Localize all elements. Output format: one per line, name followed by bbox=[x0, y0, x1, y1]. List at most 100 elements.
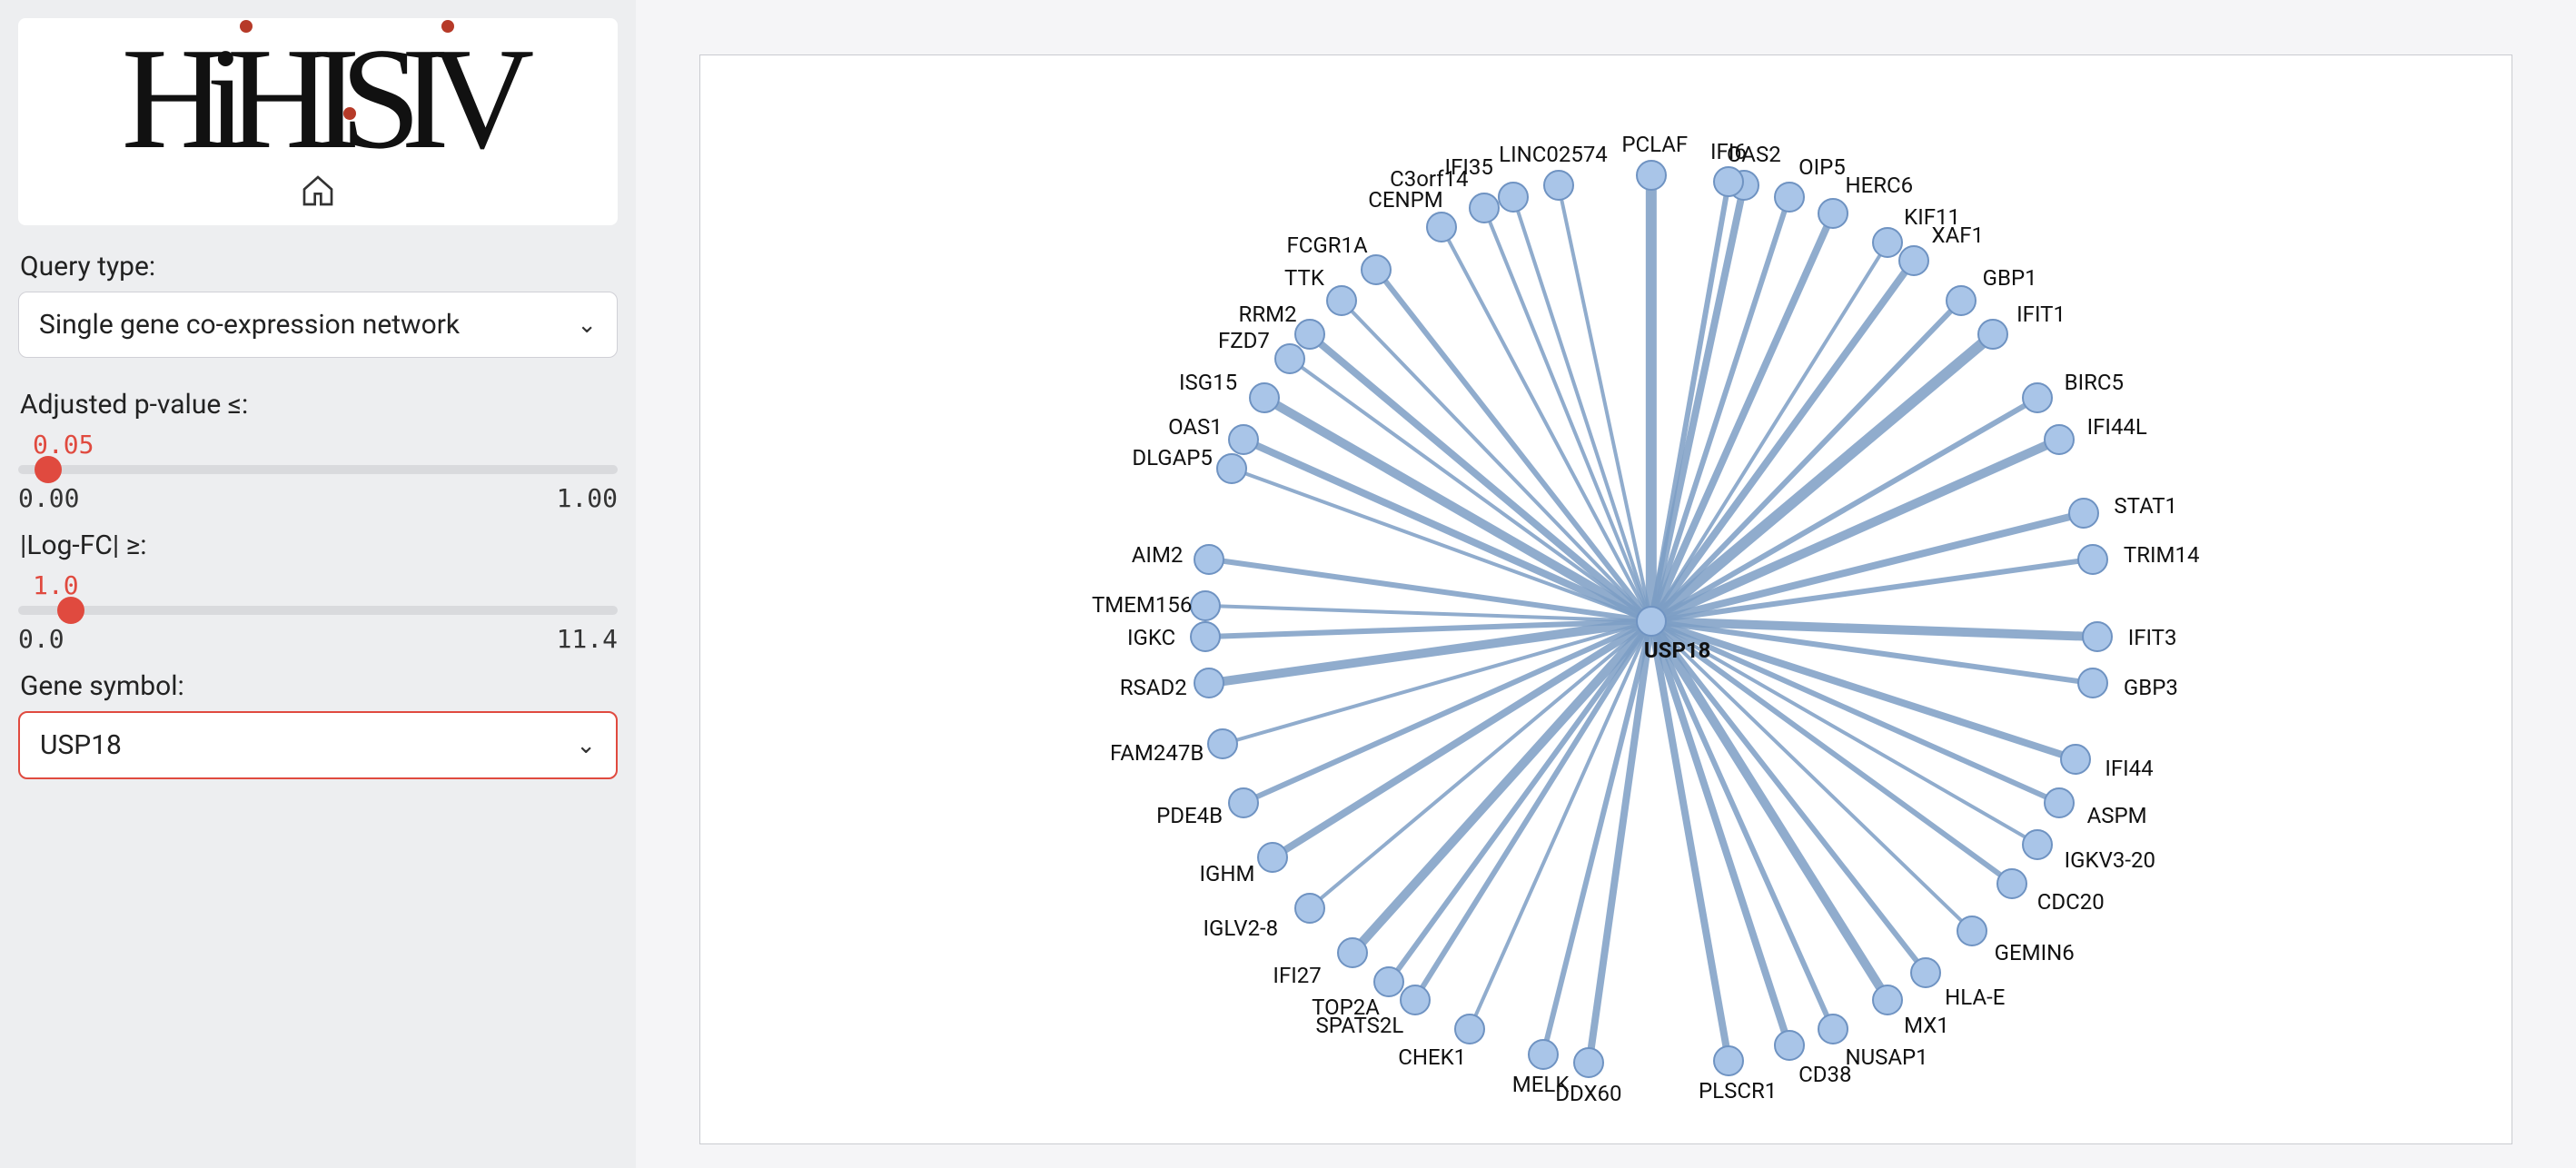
graph-node[interactable] bbox=[2077, 668, 2108, 698]
graph-node[interactable] bbox=[1207, 728, 1238, 759]
graph-edges bbox=[700, 55, 2512, 1143]
pvalue-max: 1.00 bbox=[557, 483, 618, 513]
graph-node[interactable] bbox=[1498, 182, 1529, 213]
graph-node[interactable] bbox=[1400, 985, 1431, 1015]
graph-node[interactable] bbox=[2060, 744, 2091, 775]
graph-node[interactable] bbox=[1946, 285, 1977, 316]
graph-node[interactable] bbox=[1818, 198, 1848, 229]
graph-node-label: TTK bbox=[1284, 265, 1324, 291]
graph-node[interactable] bbox=[1996, 868, 2027, 899]
graph-node[interactable] bbox=[1957, 916, 1987, 946]
graph-node[interactable] bbox=[1713, 166, 1744, 197]
graph-node[interactable] bbox=[1326, 285, 1357, 316]
graph-node[interactable] bbox=[1257, 842, 1288, 873]
graph-node[interactable] bbox=[1573, 1047, 1604, 1078]
graph-node-label: MX1 bbox=[1904, 1013, 1949, 1038]
slider-track[interactable] bbox=[18, 465, 618, 474]
graph-node[interactable] bbox=[1872, 985, 1903, 1015]
graph-node-label: IGHM bbox=[1199, 861, 1254, 886]
graph-node-label: ASPM bbox=[2087, 803, 2147, 828]
graph-node-label: IGKC bbox=[1127, 625, 1175, 650]
graph-node[interactable] bbox=[1190, 590, 1221, 621]
graph-node[interactable] bbox=[1898, 245, 1929, 276]
graph-node[interactable] bbox=[1228, 787, 1259, 818]
graph-node-label: PCLAF bbox=[1621, 132, 1688, 157]
query-type-select[interactable]: Single gene co-expression network ⌄ bbox=[18, 292, 618, 358]
graph-node-label: NUSAP1 bbox=[1845, 1044, 1927, 1070]
graph-node-label: RRM2 bbox=[1239, 302, 1297, 327]
graph-node[interactable] bbox=[1216, 453, 1247, 484]
graph-node[interactable] bbox=[1337, 937, 1368, 968]
graph-node-label: IFI44L bbox=[2087, 414, 2147, 440]
logfc-min: 0.0 bbox=[18, 624, 64, 654]
graph-node-label: IFIT3 bbox=[2128, 625, 2177, 650]
pvalue-slider[interactable]: 0.05 0.00 1.00 bbox=[18, 430, 618, 513]
logo-card: HiHISIV bbox=[18, 18, 618, 225]
graph-node[interactable] bbox=[1190, 621, 1221, 652]
pvalue-label: Adjusted p-value ≤: bbox=[20, 389, 618, 421]
graph-node[interactable] bbox=[2044, 787, 2075, 818]
graph-node[interactable] bbox=[1194, 544, 1224, 575]
graph-node[interactable] bbox=[1713, 1045, 1744, 1076]
graph-node-label: IFI27 bbox=[1273, 963, 1321, 988]
pvalue-min: 0.00 bbox=[18, 483, 79, 513]
graph-node[interactable] bbox=[1977, 319, 2008, 350]
graph-node[interactable] bbox=[2022, 382, 2053, 413]
graph-node-center[interactable] bbox=[1636, 606, 1667, 637]
sidebar: HiHISIV Query type: Single gene co-expre… bbox=[0, 0, 636, 1168]
graph-node[interactable] bbox=[1636, 160, 1667, 191]
graph-node[interactable] bbox=[1454, 1014, 1485, 1044]
graph-node-label: TOP2A bbox=[1312, 995, 1380, 1020]
home-icon[interactable] bbox=[300, 173, 336, 218]
slider-track[interactable] bbox=[18, 606, 618, 615]
graph-node-label: IFI6 bbox=[1710, 139, 1747, 164]
graph-node[interactable] bbox=[2068, 498, 2099, 529]
graph-node[interactable] bbox=[1194, 668, 1224, 698]
logo-dot-icon bbox=[343, 107, 356, 120]
logfc-slider[interactable]: 1.0 0.0 11.4 bbox=[18, 570, 618, 654]
graph-node[interactable] bbox=[2044, 424, 2075, 455]
graph-node[interactable] bbox=[1818, 1014, 1848, 1044]
graph-node[interactable] bbox=[1361, 254, 1392, 285]
graph-node[interactable] bbox=[1543, 170, 1574, 201]
graph-node[interactable] bbox=[1249, 382, 1280, 413]
graph-node[interactable] bbox=[1228, 424, 1259, 455]
graph-node[interactable] bbox=[2077, 544, 2108, 575]
graph-node-label: IFI44 bbox=[2105, 756, 2153, 781]
logo: HiHISIV bbox=[122, 25, 515, 171]
gene-select[interactable]: USP18 ⌄ bbox=[18, 711, 618, 779]
chevron-down-icon: ⌄ bbox=[576, 732, 596, 759]
graph-node[interactable] bbox=[1910, 957, 1941, 988]
logo-dot-icon bbox=[441, 20, 454, 33]
graph-node[interactable] bbox=[1373, 966, 1404, 997]
graph-node-label: IFIT1 bbox=[2016, 302, 2066, 327]
graph-node-label: CD38 bbox=[1798, 1062, 1851, 1087]
slider-thumb[interactable] bbox=[57, 597, 84, 624]
gene-label: Gene symbol: bbox=[20, 670, 618, 702]
logfc-value: 1.0 bbox=[33, 570, 618, 600]
graph-node[interactable] bbox=[1528, 1039, 1559, 1070]
graph-node-label: OIP5 bbox=[1798, 154, 1846, 180]
graph-node[interactable] bbox=[1426, 212, 1457, 243]
graph-node-label: HERC6 bbox=[1845, 173, 1913, 198]
graph-node-label: TRIM14 bbox=[2124, 542, 2200, 568]
slider-thumb[interactable] bbox=[35, 456, 62, 483]
graph-node[interactable] bbox=[1294, 893, 1325, 924]
graph-node[interactable] bbox=[1774, 1030, 1805, 1061]
graph-node-label: ISG15 bbox=[1179, 370, 1237, 395]
network-graph[interactable]: USP18PCLAFOAS2LINC02574IFI35IFI6HERC6KIF… bbox=[699, 54, 2512, 1144]
graph-node-label: PLSCR1 bbox=[1699, 1078, 1777, 1104]
graph-node-label: FZD7 bbox=[1218, 328, 1270, 353]
graph-node-label: BIRC5 bbox=[2065, 370, 2124, 395]
graph-node[interactable] bbox=[1469, 193, 1500, 223]
graph-node-label: IGKV3-20 bbox=[2065, 847, 2155, 873]
graph-node-label: CHEK1 bbox=[1398, 1044, 1466, 1070]
graph-node[interactable] bbox=[1274, 343, 1305, 374]
logfc-max: 11.4 bbox=[557, 624, 618, 654]
graph-node-label: OAS1 bbox=[1168, 414, 1223, 440]
graph-node[interactable] bbox=[2022, 829, 2053, 860]
graph-node[interactable] bbox=[1774, 182, 1805, 213]
graph-node[interactable] bbox=[2082, 621, 2113, 652]
graph-node-label: PDE4B bbox=[1156, 803, 1223, 828]
graph-node-label: DLGAP5 bbox=[1132, 445, 1213, 470]
